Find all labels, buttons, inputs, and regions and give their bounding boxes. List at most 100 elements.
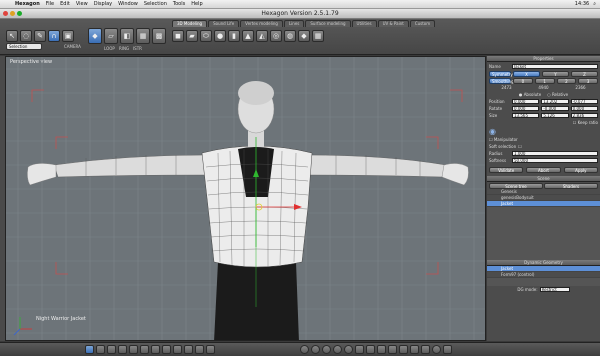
tab-scene-tree[interactable]: Scene tree bbox=[489, 182, 543, 189]
disc-icon[interactable]: ⬭ bbox=[200, 30, 212, 42]
view-layout-icon[interactable] bbox=[118, 345, 127, 354]
abort-button[interactable]: Abort bbox=[526, 166, 561, 173]
loop-label[interactable]: LOOP bbox=[104, 46, 115, 51]
rotate-z[interactable]: 0.000 bbox=[570, 106, 598, 111]
shaded-icon[interactable] bbox=[173, 345, 182, 354]
lighting-icon[interactable] bbox=[195, 345, 204, 354]
pyramid-icon[interactable]: ◭ bbox=[256, 30, 268, 42]
validate-button[interactable]: Validate bbox=[489, 166, 524, 173]
grid-toggle-icon[interactable] bbox=[140, 345, 149, 354]
wireframe-icon[interactable] bbox=[162, 345, 171, 354]
paint-select-icon[interactable]: ✎ bbox=[34, 30, 46, 42]
keep-ratio-checkbox[interactable]: ☐ Keep ratio bbox=[573, 120, 598, 125]
axis-z-button[interactable]: Z bbox=[571, 70, 598, 77]
menu-view[interactable]: View bbox=[73, 1, 91, 7]
smoothing-1[interactable]: 1 bbox=[534, 77, 555, 84]
orbit-icon[interactable] bbox=[300, 345, 309, 354]
size-y[interactable]: 5.126 bbox=[541, 113, 569, 118]
edge-mode-icon[interactable]: ▱ bbox=[104, 28, 118, 44]
camera-view-icon[interactable] bbox=[388, 345, 397, 354]
rotate-x[interactable]: 0.000 bbox=[512, 106, 540, 111]
radius-field[interactable]: 1.000 bbox=[512, 151, 598, 156]
istr-label[interactable]: ISTR bbox=[133, 46, 142, 51]
diamond-icon[interactable]: ◆ bbox=[298, 30, 310, 42]
magnet-tool-icon[interactable]: ∩ bbox=[48, 30, 60, 42]
vertex-mode-icon[interactable]: ◆ bbox=[88, 28, 102, 44]
ring-label[interactable]: RING bbox=[119, 46, 129, 51]
select-tool-icon[interactable]: ↖ bbox=[6, 30, 18, 42]
camera-view-icon[interactable] bbox=[421, 345, 430, 354]
camera-tool-icon[interactable]: ▣ bbox=[62, 30, 74, 42]
auto-mode-icon[interactable]: ▩ bbox=[152, 28, 166, 44]
zoom-window-icon[interactable] bbox=[17, 11, 22, 16]
dg-mode-dropdown[interactable]: Restrict bbox=[539, 287, 570, 292]
relative-radio[interactable]: ○ Relative bbox=[547, 92, 568, 97]
manipulator-icon[interactable]: ◉ bbox=[489, 127, 496, 136]
cone-icon[interactable]: ▲ bbox=[242, 30, 254, 42]
tab-sound-life[interactable]: Sound Life bbox=[208, 20, 240, 27]
rotate-y[interactable]: -0.000 bbox=[541, 106, 569, 111]
position-y[interactable]: 13.202 bbox=[541, 99, 569, 104]
selection-mode-dropdown[interactable]: Selection bbox=[6, 43, 42, 50]
frame-all-icon[interactable] bbox=[333, 345, 342, 354]
menu-app[interactable]: Hexagon bbox=[12, 1, 43, 7]
position-z[interactable]: -0.077 bbox=[570, 99, 598, 104]
tab-utilities[interactable]: Utilities bbox=[351, 20, 377, 27]
camera-view-icon[interactable] bbox=[366, 345, 375, 354]
axis-y-button[interactable]: Y bbox=[542, 70, 569, 77]
soft-selection-checkbox[interactable]: ☐ bbox=[518, 144, 522, 149]
camera-view-icon[interactable] bbox=[399, 345, 408, 354]
view-layout-icon[interactable] bbox=[129, 345, 138, 354]
zoom-icon[interactable] bbox=[322, 345, 331, 354]
tab-vertex-modeling[interactable]: Vertex modeling bbox=[240, 20, 283, 27]
tab-uv-paint[interactable]: UV & Paint bbox=[377, 20, 409, 27]
camera-view-icon[interactable] bbox=[355, 345, 364, 354]
pan-icon[interactable] bbox=[311, 345, 320, 354]
size-z[interactable]: 2.836 bbox=[570, 113, 598, 118]
symmetry-button[interactable]: Symmetry bbox=[489, 70, 513, 77]
single-view-icon[interactable] bbox=[85, 345, 94, 354]
smoothing-button[interactable]: Smoothing bbox=[489, 77, 514, 84]
tab-lines[interactable]: Lines bbox=[283, 20, 305, 27]
snap-icon[interactable] bbox=[151, 345, 160, 354]
tab-3d-modeling[interactable]: 3D Modeling bbox=[172, 20, 208, 27]
object-mode-icon[interactable]: ▦ bbox=[136, 28, 150, 44]
face-mode-icon[interactable]: ◧ bbox=[120, 28, 134, 44]
menu-file[interactable]: File bbox=[43, 1, 57, 7]
two-views-icon[interactable] bbox=[96, 345, 105, 354]
lasso-tool-icon[interactable]: ◌ bbox=[20, 30, 32, 42]
menu-help[interactable]: Help bbox=[188, 1, 205, 7]
cube-icon[interactable]: ◼ bbox=[172, 30, 184, 42]
menu-edit[interactable]: Edit bbox=[57, 1, 73, 7]
softness-field[interactable]: 50.000 bbox=[512, 158, 598, 163]
spotlight-icon[interactable]: ⌕ bbox=[593, 1, 596, 7]
plane-icon[interactable]: ▰ bbox=[186, 30, 198, 42]
camera-view-icon[interactable] bbox=[410, 345, 419, 354]
menu-selection[interactable]: Selection bbox=[141, 1, 170, 7]
torus-icon[interactable]: ◎ bbox=[270, 30, 282, 42]
close-window-icon[interactable] bbox=[3, 11, 8, 16]
tab-surface-modeling[interactable]: Surface modeling bbox=[305, 20, 351, 27]
axis-x-button[interactable]: X bbox=[513, 70, 540, 77]
menu-window[interactable]: Window bbox=[115, 1, 141, 7]
absolute-radio[interactable]: ● Absolute bbox=[519, 92, 541, 97]
smoothing-3[interactable]: 3 bbox=[578, 77, 598, 84]
settings-icon[interactable] bbox=[443, 345, 452, 354]
position-x[interactable]: 0.000 bbox=[512, 99, 540, 104]
apply-button[interactable]: Apply bbox=[563, 166, 598, 173]
cylinder-icon[interactable]: ▮ bbox=[228, 30, 240, 42]
menu-display[interactable]: Display bbox=[91, 1, 115, 7]
minimize-window-icon[interactable] bbox=[10, 11, 15, 16]
tab-shaders[interactable]: Shaders bbox=[544, 182, 598, 189]
tube-icon[interactable]: ◍ bbox=[284, 30, 296, 42]
tab-custom[interactable]: Custom bbox=[409, 20, 436, 27]
grid-primitive-icon[interactable]: ▦ bbox=[312, 30, 324, 42]
menu-tools[interactable]: Tools bbox=[170, 1, 188, 7]
texture-icon[interactable] bbox=[184, 345, 193, 354]
sphere-icon[interactable]: ● bbox=[214, 30, 226, 42]
manipulator-checkbox[interactable]: ☐ Manipulator bbox=[489, 137, 518, 142]
name-field[interactable]: Jacket bbox=[512, 64, 598, 69]
light-icon[interactable] bbox=[432, 345, 441, 354]
smoothing-0[interactable]: 0 bbox=[513, 77, 533, 84]
size-x[interactable]: 13.565 bbox=[512, 113, 540, 118]
